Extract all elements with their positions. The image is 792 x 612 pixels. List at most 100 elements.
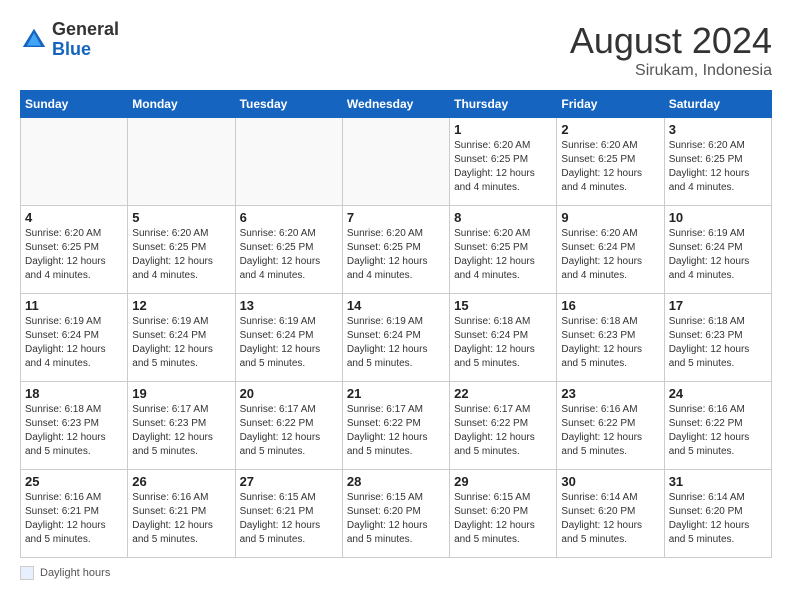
day-info: Sunrise: 6:15 AMSunset: 6:20 PMDaylight:… xyxy=(347,491,445,547)
calendar-table: SundayMondayTuesdayWednesdayThursdayFrid… xyxy=(20,90,772,558)
calendar-cell: 30Sunrise: 6:14 AMSunset: 6:20 PMDayligh… xyxy=(557,470,664,558)
calendar-cell: 4 Sunrise: 6:20 AMSunset: 6:25 PMDaylight… xyxy=(21,206,128,294)
calendar-cell: 19 Sunrise: 6:17 AMSunset: 6:23 PMDayligh… xyxy=(128,382,235,470)
calendar-cell: 7Sunrise: 6:20 AMSunset: 6:25 PMDaylight… xyxy=(342,206,449,294)
day-info: Sunrise: 6:18 AMSunset: 6:23 PMDaylight:… xyxy=(25,403,123,459)
day-info: Sunrise: 6:19 AMSunset: 6:24 PMDaylight:… xyxy=(25,315,123,371)
calendar-cell: 6 Sunrise: 6:20 AMSunset: 6:25 PMDaylight… xyxy=(235,206,342,294)
calendar-footer: Daylight hours xyxy=(20,566,772,580)
day-info: Sunrise: 6:20 AMSunset: 6:25 PMDaylight:… xyxy=(669,139,767,195)
week-row-4: 18Sunrise: 6:18 AMSunset: 6:23 PMDayligh… xyxy=(21,382,772,470)
day-info: Sunrise: 6:17 AMSunset: 6:22 PMDaylight:… xyxy=(240,403,338,459)
calendar-cell: 18Sunrise: 6:18 AMSunset: 6:23 PMDayligh… xyxy=(21,382,128,470)
week-row-5: 25Sunrise: 6:16 AMSunset: 6:21 PMDayligh… xyxy=(21,470,772,558)
column-header-sunday: Sunday xyxy=(21,91,128,118)
week-row-2: 4 Sunrise: 6:20 AMSunset: 6:25 PMDaylight… xyxy=(21,206,772,294)
day-number: 20 xyxy=(240,386,338,401)
day-info: Sunrise: 6:15 AMSunset: 6:21 PMDaylight:… xyxy=(240,491,338,547)
day-number: 6 xyxy=(240,210,338,225)
day-number: 4 xyxy=(25,210,123,225)
day-number: 5 xyxy=(132,210,230,225)
column-header-tuesday: Tuesday xyxy=(235,91,342,118)
daylight-legend-box xyxy=(20,566,34,580)
calendar-cell: 5Sunrise: 6:20 AMSunset: 6:25 PMDaylight… xyxy=(128,206,235,294)
day-number: 24 xyxy=(669,386,767,401)
day-number: 29 xyxy=(454,474,552,489)
calendar-cell: 31 Sunrise: 6:14 AMSunset: 6:20 PMDayligh… xyxy=(664,470,771,558)
calendar-cell: 25Sunrise: 6:16 AMSunset: 6:21 PMDayligh… xyxy=(21,470,128,558)
day-number: 21 xyxy=(347,386,445,401)
day-number: 3 xyxy=(669,122,767,137)
day-number: 1 xyxy=(454,122,552,137)
calendar-header: SundayMondayTuesdayWednesdayThursdayFrid… xyxy=(21,91,772,118)
logo: General Blue xyxy=(20,20,119,60)
day-number: 14 xyxy=(347,298,445,313)
calendar-cell xyxy=(128,118,235,206)
calendar-cell: 9 Sunrise: 6:20 AMSunset: 6:24 PMDaylight… xyxy=(557,206,664,294)
column-header-monday: Monday xyxy=(128,91,235,118)
day-info: Sunrise: 6:20 AMSunset: 6:25 PMDaylight:… xyxy=(240,227,338,283)
day-number: 28 xyxy=(347,474,445,489)
calendar-cell xyxy=(235,118,342,206)
day-info: Sunrise: 6:20 AMSunset: 6:25 PMDaylight:… xyxy=(561,139,659,195)
day-info: Sunrise: 6:19 AMSunset: 6:24 PMDaylight:… xyxy=(669,227,767,283)
calendar-cell: 13 Sunrise: 6:19 AMSunset: 6:24 PMDayligh… xyxy=(235,294,342,382)
logo-general-text: General xyxy=(52,20,119,40)
logo-text: General Blue xyxy=(52,20,119,60)
day-info: Sunrise: 6:18 AMSunset: 6:23 PMDaylight:… xyxy=(669,315,767,371)
day-number: 13 xyxy=(240,298,338,313)
week-row-3: 11Sunrise: 6:19 AMSunset: 6:24 PMDayligh… xyxy=(21,294,772,382)
calendar-cell: 11Sunrise: 6:19 AMSunset: 6:24 PMDayligh… xyxy=(21,294,128,382)
logo-blue-text: Blue xyxy=(52,40,119,60)
day-info: Sunrise: 6:20 AMSunset: 6:25 PMDaylight:… xyxy=(25,227,123,283)
page-header: General Blue August 2024 Sirukam, Indone… xyxy=(20,20,772,80)
day-info: Sunrise: 6:16 AMSunset: 6:21 PMDaylight:… xyxy=(25,491,123,547)
column-header-wednesday: Wednesday xyxy=(342,91,449,118)
calendar-cell: 23Sunrise: 6:16 AMSunset: 6:22 PMDayligh… xyxy=(557,382,664,470)
calendar-cell: 2 Sunrise: 6:20 AMSunset: 6:25 PMDaylight… xyxy=(557,118,664,206)
calendar-cell: 12Sunrise: 6:19 AMSunset: 6:24 PMDayligh… xyxy=(128,294,235,382)
day-info: Sunrise: 6:17 AMSunset: 6:23 PMDaylight:… xyxy=(132,403,230,459)
day-number: 16 xyxy=(561,298,659,313)
day-info: Sunrise: 6:20 AMSunset: 6:24 PMDaylight:… xyxy=(561,227,659,283)
day-number: 27 xyxy=(240,474,338,489)
calendar-cell: 17 Sunrise: 6:18 AMSunset: 6:23 PMDayligh… xyxy=(664,294,771,382)
day-info: Sunrise: 6:16 AMSunset: 6:22 PMDaylight:… xyxy=(669,403,767,459)
calendar-cell: 21 Sunrise: 6:17 AMSunset: 6:22 PMDayligh… xyxy=(342,382,449,470)
day-info: Sunrise: 6:19 AMSunset: 6:24 PMDaylight:… xyxy=(240,315,338,371)
daylight-legend-label: Daylight hours xyxy=(40,567,110,579)
calendar-cell xyxy=(21,118,128,206)
calendar-cell: 15Sunrise: 6:18 AMSunset: 6:24 PMDayligh… xyxy=(450,294,557,382)
calendar-cell: 29Sunrise: 6:15 AMSunset: 6:20 PMDayligh… xyxy=(450,470,557,558)
week-row-1: 1 Sunrise: 6:20 AMSunset: 6:25 PMDaylight… xyxy=(21,118,772,206)
day-number: 23 xyxy=(561,386,659,401)
column-header-saturday: Saturday xyxy=(664,91,771,118)
day-info: Sunrise: 6:20 AMSunset: 6:25 PMDaylight:… xyxy=(454,139,552,195)
calendar-cell: 8Sunrise: 6:20 AMSunset: 6:25 PMDaylight… xyxy=(450,206,557,294)
calendar-cell: 1 Sunrise: 6:20 AMSunset: 6:25 PMDaylight… xyxy=(450,118,557,206)
column-header-friday: Friday xyxy=(557,91,664,118)
header-row: SundayMondayTuesdayWednesdayThursdayFrid… xyxy=(21,91,772,118)
day-info: Sunrise: 6:20 AMSunset: 6:25 PMDaylight:… xyxy=(454,227,552,283)
day-number: 30 xyxy=(561,474,659,489)
calendar-cell: 10Sunrise: 6:19 AMSunset: 6:24 PMDayligh… xyxy=(664,206,771,294)
calendar-cell: 27 Sunrise: 6:15 AMSunset: 6:21 PMDayligh… xyxy=(235,470,342,558)
day-number: 2 xyxy=(561,122,659,137)
calendar-cell xyxy=(342,118,449,206)
calendar-cell: 26Sunrise: 6:16 AMSunset: 6:21 PMDayligh… xyxy=(128,470,235,558)
calendar-cell: 14 Sunrise: 6:19 AMSunset: 6:24 PMDayligh… xyxy=(342,294,449,382)
calendar-body: 1 Sunrise: 6:20 AMSunset: 6:25 PMDaylight… xyxy=(21,118,772,558)
month-year-title: August 2024 xyxy=(570,20,772,62)
day-number: 7 xyxy=(347,210,445,225)
day-info: Sunrise: 6:17 AMSunset: 6:22 PMDaylight:… xyxy=(347,403,445,459)
day-number: 19 xyxy=(132,386,230,401)
title-block: August 2024 Sirukam, Indonesia xyxy=(570,20,772,80)
day-number: 9 xyxy=(561,210,659,225)
day-number: 31 xyxy=(669,474,767,489)
calendar-cell: 20 Sunrise: 6:17 AMSunset: 6:22 PMDayligh… xyxy=(235,382,342,470)
day-number: 17 xyxy=(669,298,767,313)
day-number: 12 xyxy=(132,298,230,313)
day-number: 15 xyxy=(454,298,552,313)
day-info: Sunrise: 6:19 AMSunset: 6:24 PMDaylight:… xyxy=(347,315,445,371)
day-info: Sunrise: 6:14 AMSunset: 6:20 PMDaylight:… xyxy=(669,491,767,547)
